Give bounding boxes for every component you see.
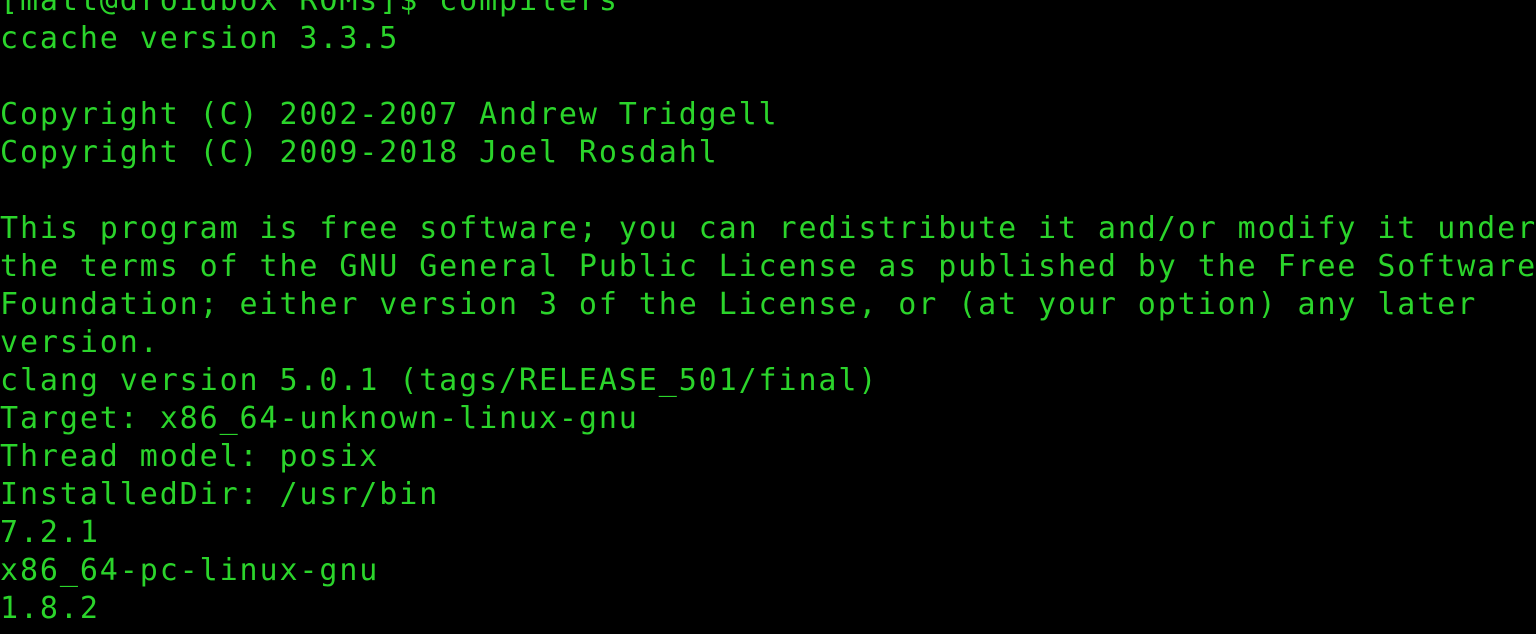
license-line-1: This program is free software; you can r… [0, 211, 1536, 246]
clang-version-line: clang version 5.0.1 (tags/RELEASE_501/fi… [0, 363, 879, 398]
gcc-version-line: 7.2.1 [0, 515, 100, 550]
target-line: Target: x86_64-unknown-linux-gnu [0, 401, 639, 436]
gcc-target-line: x86_64-pc-linux-gnu [0, 553, 380, 588]
installed-dir-line: InstalledDir: /usr/bin [0, 477, 440, 512]
ccache-version-line: ccache version 3.3.5 [0, 21, 400, 56]
license-line-4: version. [0, 325, 160, 360]
copyright-line-2: Copyright (C) 2009-2018 Joel Rosdahl [0, 135, 719, 170]
copyright-line-1: Copyright (C) 2002-2007 Andrew Tridgell [0, 97, 779, 132]
thread-model-line: Thread model: posix [0, 439, 380, 474]
license-line-2: the terms of the GNU General Public Lice… [0, 249, 1536, 284]
last-version-line: 1.8.2 [0, 591, 100, 626]
terminal-window[interactable]: [matt@droidbox ROMs]$ compilers ccache v… [0, 0, 1536, 634]
prompt-line: [matt@droidbox ROMs]$ compilers [0, 0, 619, 18]
license-line-3: Foundation; either version 3 of the Lice… [0, 287, 1478, 322]
